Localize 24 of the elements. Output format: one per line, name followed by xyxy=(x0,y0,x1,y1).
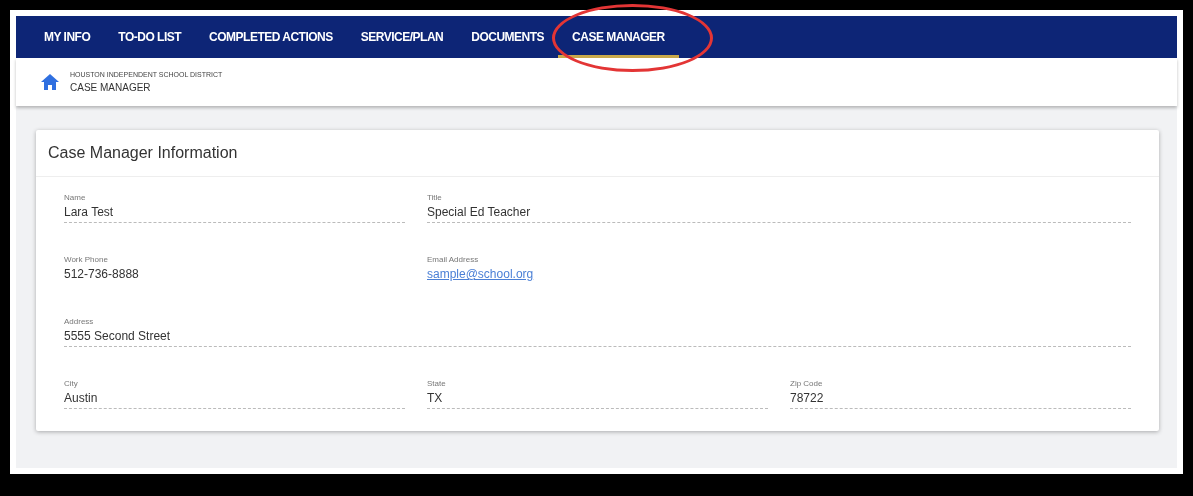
field-value: 5555 Second Street xyxy=(64,329,172,343)
field-value: TX xyxy=(427,391,444,405)
field-label: Zip Code xyxy=(790,379,824,388)
field-value: Special Ed Teacher xyxy=(427,205,532,219)
page-name: CASE MANAGER xyxy=(70,82,152,93)
nav-tab[interactable]: SERVICE/PLAN xyxy=(346,16,458,58)
card-title: Case Manager Information xyxy=(36,130,1159,177)
field-label: Name xyxy=(64,193,87,202)
field-value: Lara Test xyxy=(64,205,115,219)
field-label: State xyxy=(427,379,447,388)
nav-tab[interactable]: DOCUMENTS xyxy=(457,16,559,58)
field-label: Title xyxy=(427,193,443,202)
field-value: Austin xyxy=(64,391,99,405)
nav-tab[interactable]: TO-DO LIST xyxy=(104,16,196,58)
field-label: City xyxy=(64,379,79,388)
field-label: Address xyxy=(64,317,95,326)
field-value: 512-736-8888 xyxy=(64,267,140,281)
nav-tab[interactable]: COMPLETED ACTIONS xyxy=(195,16,347,58)
field-value: 78722 xyxy=(790,391,825,405)
field-label: Work Phone xyxy=(64,255,109,264)
email-link[interactable]: sample@school.org xyxy=(427,267,534,281)
nav-tab[interactable]: MY INFO xyxy=(30,16,105,58)
home-icon[interactable] xyxy=(40,73,60,91)
field-label: Email Address xyxy=(427,255,480,264)
